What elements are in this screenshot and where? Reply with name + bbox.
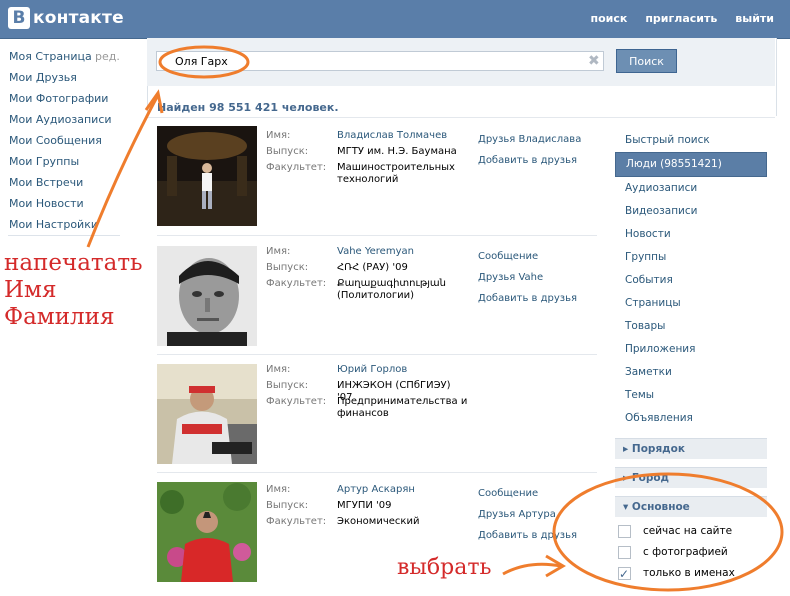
annotation-bottom: выбрать (397, 555, 492, 580)
annotation-line: Имя (4, 277, 57, 303)
annotation-left: напечатать Имя Фамилия (4, 250, 143, 331)
annotation-line: Фамилия (4, 304, 115, 330)
filters-highlight-ellipse (552, 472, 784, 592)
search-highlight-ellipse (158, 45, 250, 79)
annotation-arrow (86, 94, 160, 248)
annotation-line: напечатать (4, 250, 143, 276)
